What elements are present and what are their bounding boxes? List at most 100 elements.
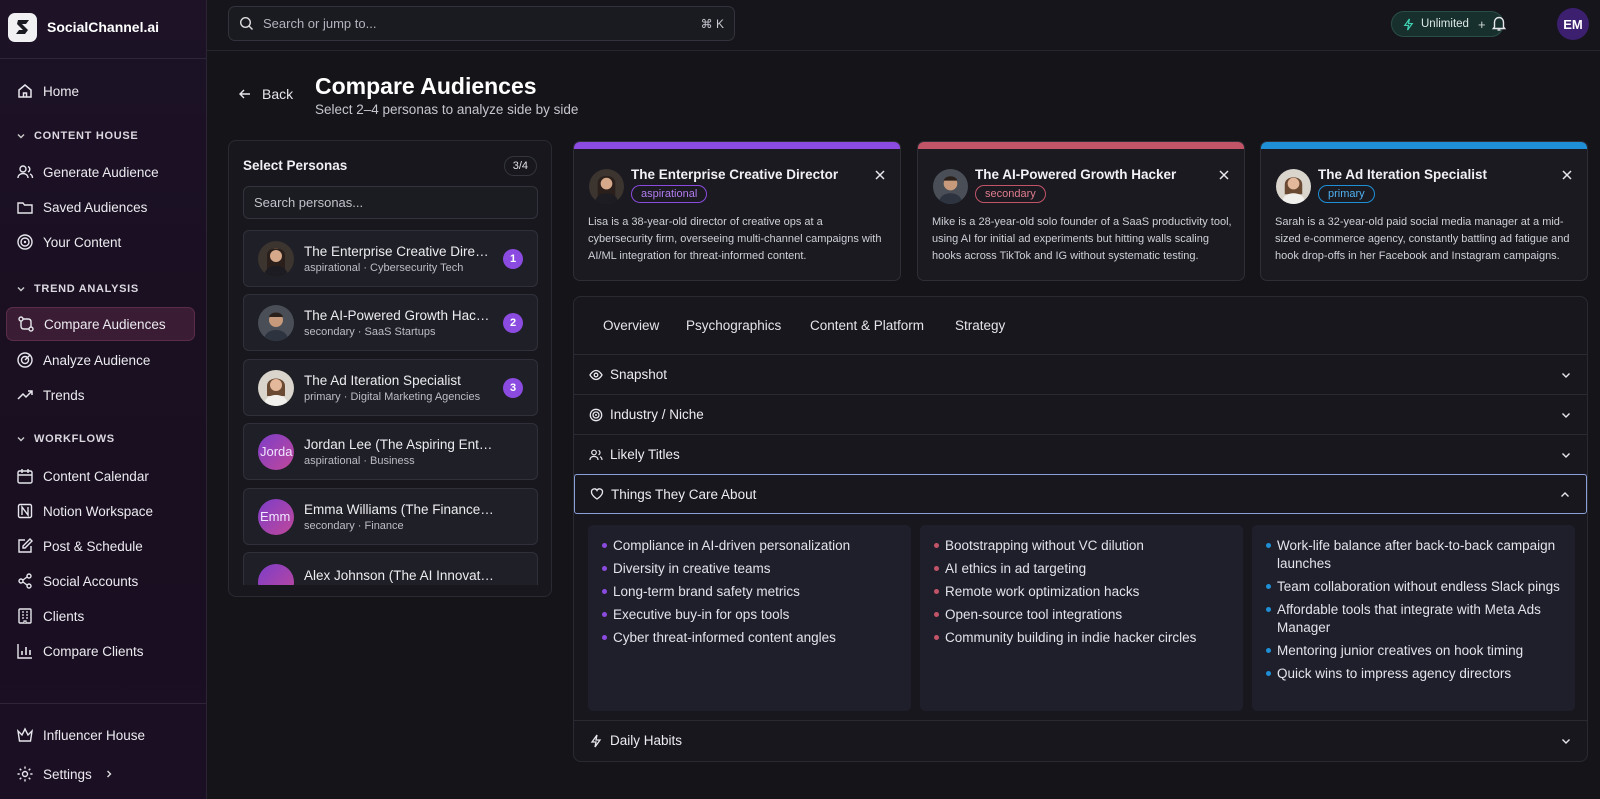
card-color-bar [574,142,900,149]
building-icon [18,608,32,624]
persona-item[interactable]: Jorda Jordan Lee (The Aspiring Entrepren… [243,423,538,480]
nav-post-schedule[interactable]: Post & Schedule [6,529,195,563]
sidebar: SocialChannel.ai Home CONTENT HOUSE Gene… [0,0,207,799]
section-industry[interactable]: Industry / Niche [574,395,1587,435]
care-columns: Compliance in AI-driven personalization … [588,525,1575,711]
persona-name: Jordan Lee (The Aspiring Entrepreneur) [304,436,494,452]
nav-label: Clients [43,608,85,624]
section-workflows[interactable]: WORKFLOWS [16,433,115,445]
card-title: The AI-Powered Growth Hacker [975,167,1177,182]
chevron-down-icon [1562,739,1570,744]
section-title: CONTENT HOUSE [34,130,139,142]
avatar [933,169,968,204]
nav-analyze-audience[interactable]: Analyze Audience [6,343,195,377]
target-icon [589,408,603,421]
section-snapshot[interactable]: Snapshot [574,355,1587,395]
radar-icon [17,352,33,368]
care-column: Compliance in AI-driven personalization … [588,525,911,711]
card-description: Sarah is a 32-year-old paid social media… [1275,216,1570,262]
back-button[interactable]: Back [238,86,293,102]
list-item: Community building in indie hacker circl… [934,629,1232,647]
persona-card: The AI-Powered Growth Hacker secondary M… [917,141,1245,281]
card-description: Mike is a 28-year-old solo founder of a … [932,216,1232,262]
list-item: Mentoring junior creatives on hook timin… [1266,642,1564,660]
persona-item[interactable]: The Enterprise Creative Director aspirati… [243,230,538,287]
bell-icon[interactable] [1490,14,1508,32]
home-icon [18,84,32,98]
nav-label: Notion Workspace [43,503,154,519]
global-search[interactable]: Search or jump to... ⌘ K [228,6,735,41]
list-item: Affordable tools that integrate with Met… [1266,601,1564,637]
crown-icon [16,727,34,742]
card-color-bar [1261,142,1587,149]
nav-influencer-house[interactable]: Influencer House [6,718,195,752]
selection-badge: 3 [503,378,523,398]
nav-home[interactable]: Home [6,74,195,108]
persona-name: The AI-Powered Growth Hacker [304,307,494,323]
section-label: Snapshot [610,367,668,382]
section-likely-titles[interactable]: Likely Titles [574,435,1587,475]
persona-name: The Enterprise Creative Director [304,243,494,259]
close-icon[interactable] [1561,169,1573,181]
chevron-right-icon [106,770,112,778]
close-icon[interactable] [874,169,886,181]
tab-content-platform[interactable]: Content & Platform [810,318,924,333]
nav-generate-audience[interactable]: Generate Audience [6,155,195,189]
users-icon [17,165,34,179]
heart-icon [590,488,604,500]
persona-card: The Enterprise Creative Director aspirat… [573,141,901,281]
shortcut-hint: ⌘ K [700,16,724,31]
section-daily-habits[interactable]: Daily Habits [574,720,1587,760]
nav-notion-workspace[interactable]: Notion Workspace [6,494,195,528]
nav-compare-clients[interactable]: Compare Clients [6,634,195,668]
close-icon[interactable] [1218,169,1230,181]
list-item: Cyber threat-informed content angles [602,629,900,647]
nav-social-accounts[interactable]: Social Accounts [6,564,195,598]
plan-badge[interactable]: Unlimited + [1391,11,1504,37]
persona-item[interactable]: The Ad Iteration Specialist primary · Dig… [243,359,538,416]
nav-saved-audiences[interactable]: Saved Audiences [6,190,195,224]
tab-overview[interactable]: Overview [603,318,659,333]
panel-title: Select Personas [243,158,348,173]
persona-item[interactable]: The AI-Powered Growth Hacker secondary · … [243,294,538,351]
persona-list: The Enterprise Creative Director aspirati… [243,230,539,585]
section-title: TREND ANALYSIS [34,283,139,295]
persona-item[interactable]: Alex Johnson (The AI Innovator) [243,552,538,585]
nav-content-calendar[interactable]: Content Calendar [6,459,195,493]
divider [0,703,206,704]
nav-label: Post & Schedule [43,538,143,554]
user-avatar[interactable]: EM [1557,8,1589,40]
nav-label: Social Accounts [43,573,139,589]
persona-tag: secondary [975,185,1046,203]
nav-trends[interactable]: Trends [6,378,195,412]
nav-compare-audiences[interactable]: Compare Audiences [6,307,195,341]
persona-item[interactable]: Emm Emma Williams (The Finance Enthusias… [243,488,538,545]
section-title: WORKFLOWS [34,433,115,445]
nav-clients[interactable]: Clients [6,599,195,633]
nav-label: Generate Audience [43,164,159,180]
brand-name: SocialChannel.ai [47,19,160,35]
search-icon [239,16,253,30]
avatar [258,304,294,341]
brand[interactable]: SocialChannel.ai [8,12,159,42]
section-label: Likely Titles [610,447,680,462]
card-color-bar [918,142,1244,149]
persona-meta: secondary · Finance [304,519,404,532]
calendar-icon [17,469,33,484]
page-subtitle: Select 2–4 personas to analyze side by s… [315,102,579,117]
folder-icon [17,202,33,214]
persona-name: Alex Johnson (The AI Innovator) [304,568,494,583]
persona-card: The Ad Iteration Specialist primary Sara… [1260,141,1588,281]
tab-psychographics[interactable]: Psychographics [686,318,781,333]
tab-strategy[interactable]: Strategy [955,318,1005,333]
nav-settings[interactable]: Settings [6,757,195,791]
section-things-they-care-about[interactable]: Things They Care About [574,474,1587,514]
trending-up-icon [17,390,33,400]
section-content-house[interactable]: CONTENT HOUSE [16,130,138,142]
target-icon [17,234,33,250]
persona-search-input[interactable]: Search personas... [243,186,538,219]
avatar [258,564,294,585]
nav-your-content[interactable]: Your Content [6,225,195,259]
section-trend-analysis[interactable]: TREND ANALYSIS [16,283,139,295]
chevron-down-icon [1562,453,1570,458]
